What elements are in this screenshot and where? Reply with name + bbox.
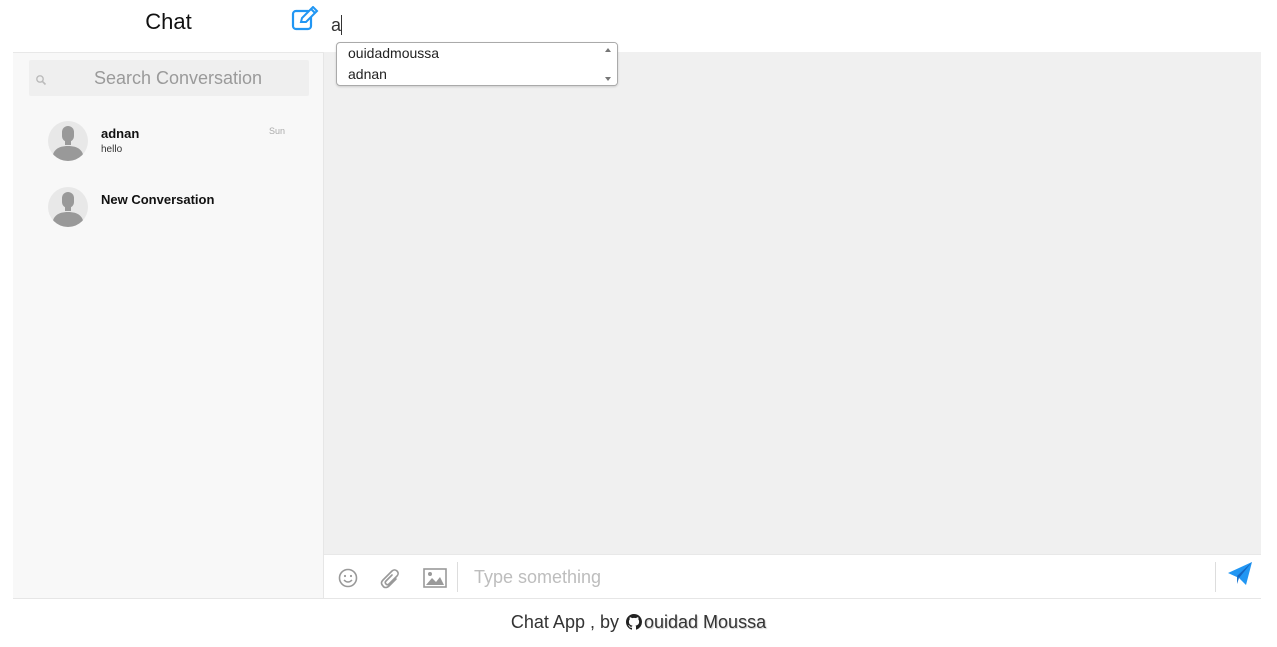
sidebar-header: Chat — [13, 0, 324, 53]
conversation-item[interactable]: New Conversation — [43, 187, 293, 231]
suggestion-option[interactable]: ouidadmoussa — [348, 45, 439, 61]
conversation-name: adnan — [101, 126, 140, 141]
app-title: Chat — [145, 9, 192, 34]
image-icon — [423, 568, 447, 588]
smiley-icon — [338, 568, 358, 588]
footer-text: Chat App , by — [510, 612, 619, 632]
send-icon — [1228, 562, 1252, 585]
user-icon — [52, 192, 84, 227]
conversation-time: Sun — [269, 126, 286, 136]
new-conversation-button[interactable] — [291, 5, 319, 32]
github-icon — [626, 614, 642, 630]
conversation-panel: ouidadmoussa adnan — [324, 0, 1261, 598]
recipient-input[interactable] — [331, 12, 931, 38]
scroll-down-icon[interactable] — [605, 77, 611, 81]
message-composer — [324, 554, 1261, 598]
conversation-name: New Conversation — [101, 192, 215, 207]
author-name: ouidad Moussa — [644, 612, 767, 632]
search-box — [29, 60, 309, 96]
divider — [1215, 562, 1216, 592]
attach-image-button[interactable] — [422, 565, 448, 591]
paperclip-icon — [380, 569, 399, 589]
suggestion-option[interactable]: adnan — [348, 66, 387, 82]
text-caret — [341, 15, 342, 35]
footer: Chat App , by ouidad Moussa — [0, 612, 1277, 633]
divider — [457, 562, 458, 592]
footer-divider — [13, 598, 1261, 599]
edit-icon — [291, 5, 319, 31]
message-input[interactable] — [474, 563, 1194, 591]
scroll-up-icon[interactable] — [605, 48, 611, 52]
conversation-item[interactable]: adnan hello Sun — [43, 121, 293, 165]
avatar — [48, 121, 88, 161]
search-icon — [36, 75, 47, 86]
attach-file-button[interactable] — [378, 565, 404, 591]
send-button[interactable] — [1226, 560, 1254, 588]
avatar — [48, 187, 88, 227]
conversation-last-message: hello — [101, 144, 123, 155]
user-icon — [52, 126, 84, 161]
emoji-button[interactable] — [335, 565, 361, 591]
message-area — [324, 52, 1261, 554]
author-link[interactable]: ouidad Moussa — [624, 612, 766, 632]
recipient-suggestions: ouidadmoussa adnan — [336, 42, 618, 86]
scrollbar[interactable] — [601, 43, 617, 85]
sidebar: Chat Search Conversation adnan hello Sun… — [13, 0, 324, 598]
search-conversation-input[interactable] — [53, 60, 303, 96]
chat-app: Chat Search Conversation adnan hello Sun… — [13, 0, 1261, 598]
